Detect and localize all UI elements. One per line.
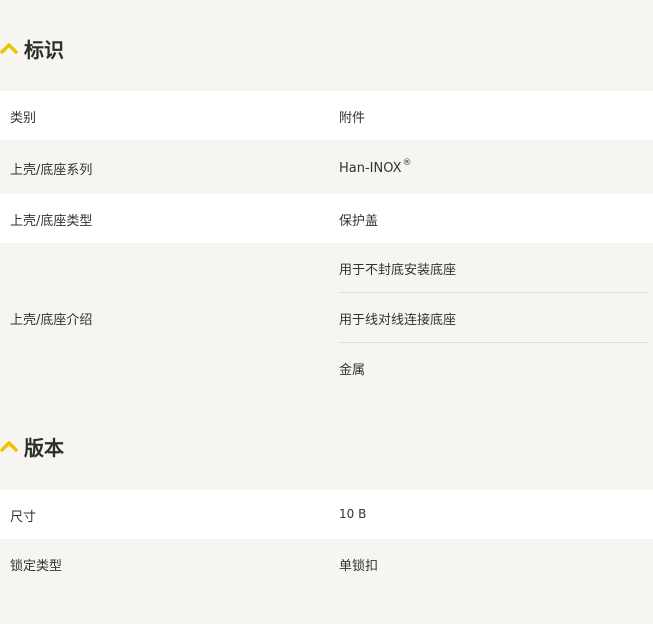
row-value: 用于线对线连接底座 <box>339 313 457 328</box>
divider <box>339 292 649 293</box>
section-header-identification[interactable]: 标识 <box>0 28 64 68</box>
section-title: 标识 <box>24 37 64 62</box>
table-row: 尺寸 10 B <box>0 490 653 539</box>
registered-mark: ® <box>402 158 412 168</box>
row-value: Han-INOX® <box>339 158 412 176</box>
row-value: 保护盖 <box>339 214 379 229</box>
row-label: 锁定类型 <box>10 559 63 574</box>
row-value: 单锁扣 <box>339 559 379 574</box>
row-value: 10 B <box>339 507 367 521</box>
row-label: 上壳/底座系列 <box>10 163 93 178</box>
row-label: 上壳/底座介绍 <box>10 313 93 328</box>
row-value: 金属 <box>339 363 366 378</box>
chevron-up-icon[interactable] <box>0 41 18 55</box>
section-header-version[interactable]: 版本 <box>0 426 64 466</box>
table-row: 上壳/底座类型 保护盖 <box>0 194 653 243</box>
chevron-up-icon[interactable] <box>0 439 18 453</box>
table-row: 上壳/底座系列 Han-INOX® <box>0 140 653 194</box>
row-label: 上壳/底座类型 <box>10 214 93 229</box>
row-value: 附件 <box>339 111 366 126</box>
section-title: 版本 <box>24 435 64 460</box>
row-value: 用于不封底安装底座 <box>339 263 457 278</box>
table-row: 上壳/底座介绍 用于不封底安装底座 用于线对线连接底座 金属 <box>0 243 653 393</box>
product-spec-page: 标识 类别 附件 上壳/底座系列 Han-INOX® 上壳/底座类型 保护盖 上… <box>0 0 653 624</box>
row-label: 尺寸 <box>10 510 37 525</box>
divider <box>339 342 649 343</box>
table-row: 类别 附件 <box>0 91 653 140</box>
row-label: 类别 <box>10 111 37 126</box>
series-name: Han-INOX <box>339 161 402 176</box>
table-row: 锁定类型 单锁扣 <box>0 539 653 588</box>
